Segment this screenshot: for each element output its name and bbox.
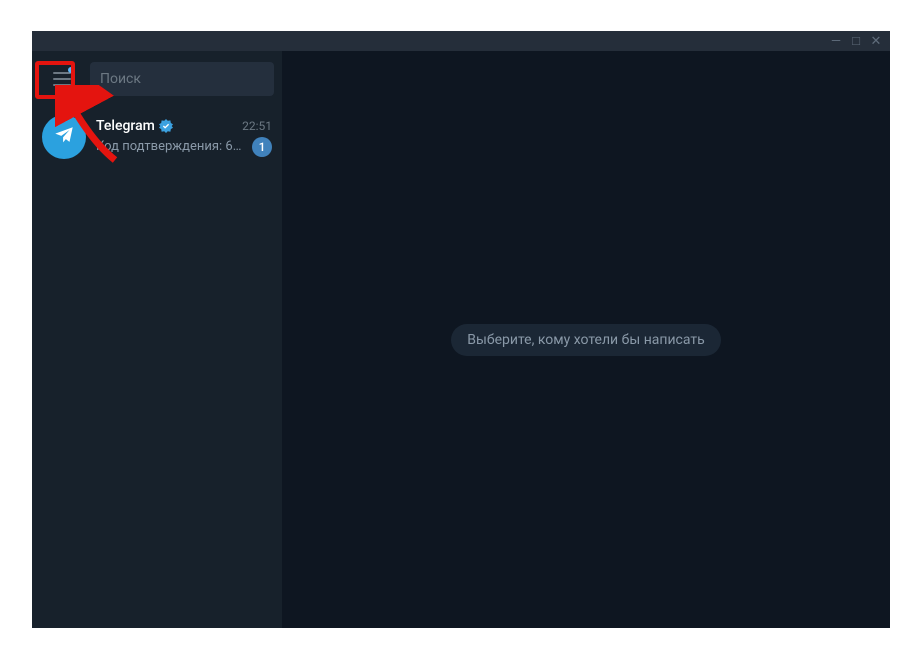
maximize-button[interactable]: □ [846, 31, 866, 51]
empty-state-message: Выберите, кому хотели бы написать [451, 324, 720, 356]
menu-button[interactable] [42, 59, 82, 99]
close-button[interactable]: ✕ [866, 31, 886, 51]
chat-name: Telegram [96, 118, 173, 134]
chat-time: 22:51 [242, 119, 272, 133]
minimize-button[interactable]: — [826, 31, 846, 51]
telegram-icon [53, 124, 75, 150]
chat-avatar [42, 115, 86, 159]
notification-dot-icon [68, 67, 74, 73]
chat-list: Telegram 22:51 Ко [32, 106, 282, 628]
chat-preview: Код подтверждения: 69... [96, 139, 246, 154]
search-input[interactable]: Поиск [90, 62, 274, 96]
chat-info: Telegram 22:51 Ко [96, 118, 272, 157]
main-chat-area: Выберите, кому хотели бы написать [282, 51, 890, 628]
hamburger-icon [53, 72, 71, 86]
search-placeholder: Поиск [100, 71, 141, 87]
verified-icon [159, 119, 173, 133]
unread-badge: 1 [252, 137, 272, 157]
app-window: — □ ✕ Поиск [32, 31, 890, 628]
sidebar-header: Поиск [32, 51, 282, 106]
sidebar: Поиск Telegram [32, 51, 282, 628]
titlebar: — □ ✕ [32, 31, 890, 51]
chat-item[interactable]: Telegram 22:51 Ко [32, 106, 282, 168]
content-area: Поиск Telegram [32, 51, 890, 628]
